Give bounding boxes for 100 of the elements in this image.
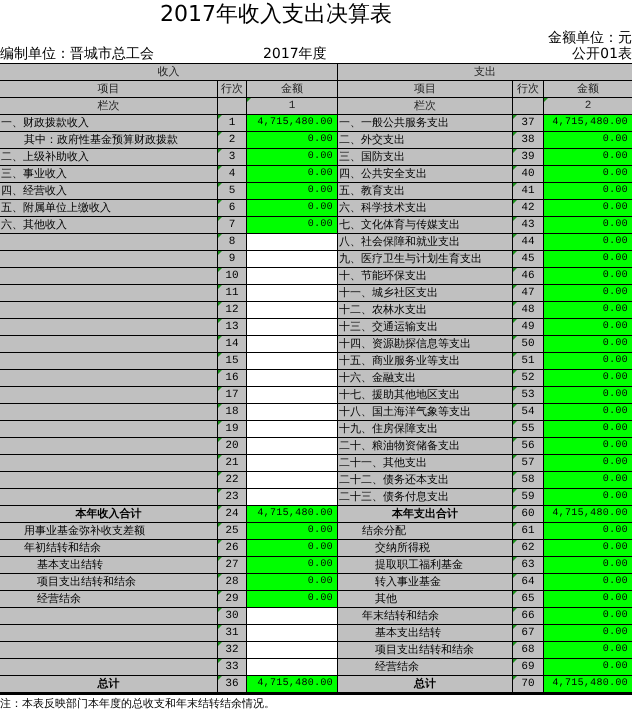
cell-marker-icon [513,200,517,204]
amount-text: 4,715,480.00 [552,508,628,519]
cell-marker-icon [513,149,517,153]
column-header: 金额 [247,81,337,97]
organization-label: 编制单位：晋城市总工会 [0,46,155,63]
cell-marker-icon [218,149,222,153]
amount-text: 0.00 [308,168,333,179]
table-cell: 68 [513,642,543,658]
table-cell: 5 [218,183,246,199]
table-cell: 四、经营收入 [0,183,217,199]
cell-marker-icon [513,557,517,561]
cell-marker-icon [513,608,517,612]
amount-text: 0.00 [602,440,628,451]
amount-text: 0.00 [602,627,628,638]
table-cell: 27 [218,557,246,573]
amount-text: 4,715,480.00 [552,678,628,689]
table-cell: 二、外交支出 [338,132,512,148]
cell-marker-icon [218,319,222,323]
table-cell: 用事业基金弥补收支差额 [0,523,217,539]
table-cell: 50 [513,336,543,352]
table-cell: 25 [218,523,246,539]
cell-marker-icon [218,404,222,408]
table-cell: 八、社会保障和就业支出 [338,234,512,250]
cell-marker-icon [513,659,517,663]
table-cell: 60 [513,506,543,522]
column-header: 行次 [513,81,543,97]
table-cell: 一、财政拨款收入 [0,115,217,131]
table-cell: 69 [513,659,543,675]
amount-text: 0.00 [602,338,628,349]
table-cell: 四、公共安全支出 [338,166,512,182]
column-label: 栏次 [338,98,512,114]
table-cell: 54 [513,404,543,420]
table-cell: 61 [513,523,543,539]
table-cell: 三、国防支出 [338,149,512,165]
table-cell: 33 [218,659,246,675]
amount-text: 0.00 [602,236,628,247]
table-cell: 二十、粮油物资储备支出 [338,438,512,454]
cell-marker-icon [218,438,222,442]
column-header: 行次 [218,81,246,97]
table-cell: 6 [218,200,246,216]
amount-text: 0.00 [602,304,628,315]
table-cell: 45 [513,251,543,267]
table-cell: 19 [218,421,246,437]
table-cell: 21 [218,455,246,471]
table-cell: 67 [513,625,543,641]
table-cell: 2 [218,132,246,148]
table-cell: 十二、农林水支出 [338,302,512,318]
table-cell: 7 [218,217,246,233]
amount-text: 0.00 [308,593,333,604]
amount-text: 0.00 [602,559,628,570]
section-header: 支出 [338,64,632,80]
table-cell: 十四、资源勘探信息等支出 [338,336,512,352]
table-cell: 52 [513,370,543,386]
cell-marker-icon [513,234,517,238]
table-cell: 1 [218,115,246,131]
table-cell: 其他 [338,591,512,607]
table-cell: 十五、商业服务业等支出 [338,353,512,369]
table-cell: 48 [513,302,543,318]
table-cell: 12 [218,302,246,318]
cell-marker-icon [218,132,222,136]
amount-text: 0.00 [308,219,333,230]
table-cell: 十七、援助其他地区支出 [338,387,512,403]
table-cell: 43 [513,217,543,233]
table-cell: 62 [513,540,543,556]
amount-text: 0.00 [602,168,628,179]
amount-text: 0.00 [602,372,628,383]
cell-marker-icon [218,421,222,425]
column-header: 金额 [544,81,632,97]
amount-text: 0.00 [602,610,628,621]
table-cell: 9 [218,251,246,267]
cell-marker-icon [513,438,517,442]
table-cell: 十九、住房保障支出 [338,421,512,437]
table-cell: 五、教育支出 [338,183,512,199]
table-cell: 24 [218,506,246,522]
form-label: 公开01表 [572,46,632,63]
amount-text: 4,715,480.00 [257,508,333,519]
report-title: 2017年收入支出决算表 [159,1,393,29]
cell-marker-icon [513,268,517,272]
table-cell: 本年支出合计 [338,506,512,522]
table-cell: 14 [218,336,246,352]
cell-marker-icon [513,319,517,323]
table-cell: 经营结余 [0,591,217,607]
cell-marker-icon [513,132,517,136]
cell-marker-icon [218,472,222,476]
table-cell: 交纳所得税 [338,540,512,556]
table-cell: 58 [513,472,543,488]
amount-text: 0.00 [602,593,628,604]
unit-label: 金额单位：元 [548,30,632,46]
table-cell: 16 [218,370,246,386]
cell-marker-icon [218,353,222,357]
table-cell: 8 [218,234,246,250]
cell-marker-icon [513,625,517,629]
amount-text: 0.00 [602,644,628,655]
cell-marker-icon [544,98,548,102]
footnote: 注：本表反映部门本年度的总收支和年末结转结余情况。 [0,696,276,712]
table-cell: 10 [218,268,246,284]
table-cell: 13 [218,319,246,335]
table-cell: 总计 [0,676,217,692]
table-cell: 六、科学技术支出 [338,200,512,216]
cell-marker-icon [218,166,222,170]
